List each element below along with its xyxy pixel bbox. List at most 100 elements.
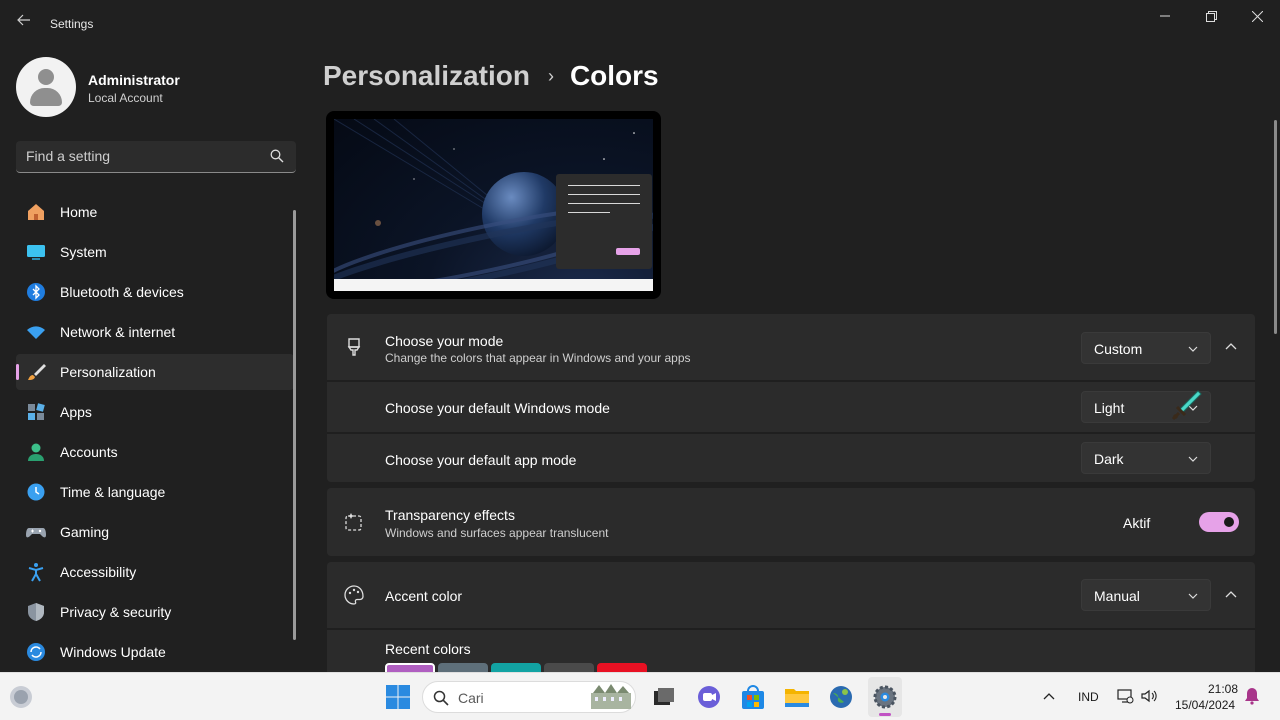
browser-globe-icon[interactable] — [827, 683, 855, 711]
volume-icon[interactable] — [1140, 687, 1158, 705]
mode-dropdown[interactable]: Custom — [1081, 332, 1211, 364]
transparency-icon — [345, 513, 362, 531]
sidebar-scrollbar[interactable] — [293, 210, 296, 640]
toggle-knob — [1224, 517, 1234, 527]
collapse-accent-button[interactable] — [1217, 581, 1245, 609]
transparency-toggle[interactable] — [1199, 512, 1239, 532]
page-title: Colors — [569, 60, 659, 91]
breadcrumb-separator-icon: › — [547, 65, 554, 86]
sidebar-item-network[interactable]: Network & internet — [16, 314, 294, 350]
mode-row[interactable]: Choose your mode Change the colors that … — [327, 314, 1255, 380]
accent-title: Accent color — [385, 588, 463, 604]
windows-mode-row: Choose your default Windows mode Light — [327, 382, 1255, 432]
search-icon — [433, 690, 449, 706]
active-indicator — [16, 364, 19, 380]
widgets-weather-icon[interactable] — [8, 684, 34, 710]
sidebar-item-privacy[interactable]: Privacy & security — [16, 594, 294, 630]
sidebar-item-label: Apps — [60, 404, 92, 420]
accent-card: Accent color Manual Recent colors — [327, 562, 1255, 672]
title-bar: Settings — [0, 0, 1280, 48]
settings-gear-icon[interactable] — [871, 683, 899, 711]
update-icon — [27, 643, 45, 661]
chevron-down-icon — [1188, 593, 1198, 599]
sword-cursor-icon — [1171, 390, 1202, 421]
chevron-down-icon — [1188, 456, 1198, 462]
chevron-down-icon — [1188, 346, 1198, 352]
search-input[interactable] — [26, 148, 256, 164]
windows-start-icon[interactable] — [384, 683, 412, 711]
avatar-head-icon — [38, 69, 54, 85]
dropdown-value: Dark — [1094, 451, 1124, 467]
palette-icon — [344, 585, 364, 605]
windows-mode-dropdown[interactable]: Light — [1081, 390, 1211, 423]
toggle-state-label: Aktif — [1123, 515, 1151, 531]
language-indicator[interactable]: IND — [1078, 690, 1099, 704]
main-scrollbar[interactable] — [1274, 120, 1277, 334]
sidebar-item-label: System — [60, 244, 107, 260]
accent-row[interactable]: Accent color Manual — [327, 562, 1255, 628]
mode-title: Choose your mode — [385, 333, 504, 349]
taskbar-search[interactable]: Cari — [422, 681, 636, 713]
minimize-button[interactable] — [1142, 0, 1188, 32]
mode-card: Choose your mode Change the colors that … — [327, 314, 1255, 482]
preview-window — [556, 174, 652, 269]
microsoft-store-icon[interactable] — [739, 683, 767, 711]
search-box[interactable] — [16, 141, 296, 173]
sidebar-item-label: Time & language — [60, 484, 166, 500]
sidebar-item-label: Gaming — [60, 524, 110, 540]
sidebar-item-bluetooth[interactable]: Bluetooth & devices — [16, 274, 294, 310]
sidebar-item-system[interactable]: System — [16, 234, 294, 270]
restore-button[interactable] — [1188, 0, 1234, 32]
sidebar-item-label: Personalization — [60, 364, 156, 380]
sidebar-item-accounts[interactable]: Accounts — [16, 434, 294, 470]
preview-accent-button — [616, 248, 640, 255]
sidebar-nav: Home System Bluetooth & devices Network … — [16, 194, 294, 674]
file-explorer-icon[interactable] — [783, 683, 811, 711]
taskbar-search-placeholder: Cari — [458, 690, 484, 706]
window-title: Settings — [50, 17, 94, 31]
avatar[interactable] — [16, 57, 76, 117]
sidebar-item-time-language[interactable]: Time & language — [16, 474, 294, 510]
paint-bucket-icon — [347, 338, 361, 356]
task-view-icon[interactable] — [650, 683, 678, 711]
close-button[interactable] — [1234, 0, 1280, 32]
apps-icon — [28, 403, 45, 420]
transparency-description: Windows and surfaces appear translucent — [385, 526, 609, 540]
sidebar-item-home[interactable]: Home — [16, 194, 294, 230]
taskbar: Cari IND 21:08 15/04/2024 — [0, 672, 1280, 720]
notification-bell-icon[interactable] — [1244, 687, 1260, 705]
transparency-title: Transparency effects — [385, 507, 515, 523]
avatar-body-icon — [30, 88, 62, 106]
wifi-icon — [27, 326, 45, 339]
chevron-up-icon — [1225, 343, 1237, 350]
sidebar-item-label: Network & internet — [60, 324, 176, 340]
sidebar-item-windows-update[interactable]: Windows Update — [16, 634, 294, 670]
sidebar-item-gaming[interactable]: Gaming — [16, 514, 294, 550]
accent-dropdown[interactable]: Manual — [1081, 579, 1211, 611]
breadcrumb: Personalization › Colors — [323, 58, 659, 94]
collapse-mode-button[interactable] — [1217, 333, 1245, 361]
active-app-indicator — [879, 713, 891, 716]
sidebar-item-label: Windows Update — [60, 644, 166, 660]
sidebar-item-label: Home — [60, 204, 98, 220]
accessibility-icon — [28, 563, 44, 582]
chevron-up-icon[interactable] — [1043, 691, 1055, 703]
clock-time[interactable]: 21:08 — [1208, 682, 1238, 696]
sidebar-item-personalization[interactable]: Personalization — [16, 354, 294, 390]
sidebar-item-apps[interactable]: Apps — [16, 394, 294, 430]
app-mode-dropdown[interactable]: Dark — [1081, 442, 1211, 474]
network-icon[interactable] — [1116, 687, 1134, 705]
gamepad-icon — [26, 528, 46, 538]
clock-date[interactable]: 15/04/2024 — [1175, 698, 1235, 712]
teams-chat-icon[interactable] — [695, 683, 723, 711]
chevron-up-icon — [1225, 591, 1237, 598]
preview-wallpaper — [334, 119, 653, 279]
clock-globe-icon — [27, 483, 45, 501]
bluetooth-icon — [27, 283, 45, 301]
back-arrow-icon[interactable] — [12, 12, 36, 36]
sidebar-item-label: Bluetooth & devices — [60, 284, 184, 300]
sidebar-item-accessibility[interactable]: Accessibility — [16, 554, 294, 590]
app-mode-row: Choose your default app mode Dark — [327, 434, 1255, 482]
search-icon[interactable] — [270, 149, 284, 163]
breadcrumb-parent[interactable]: Personalization — [323, 60, 530, 92]
